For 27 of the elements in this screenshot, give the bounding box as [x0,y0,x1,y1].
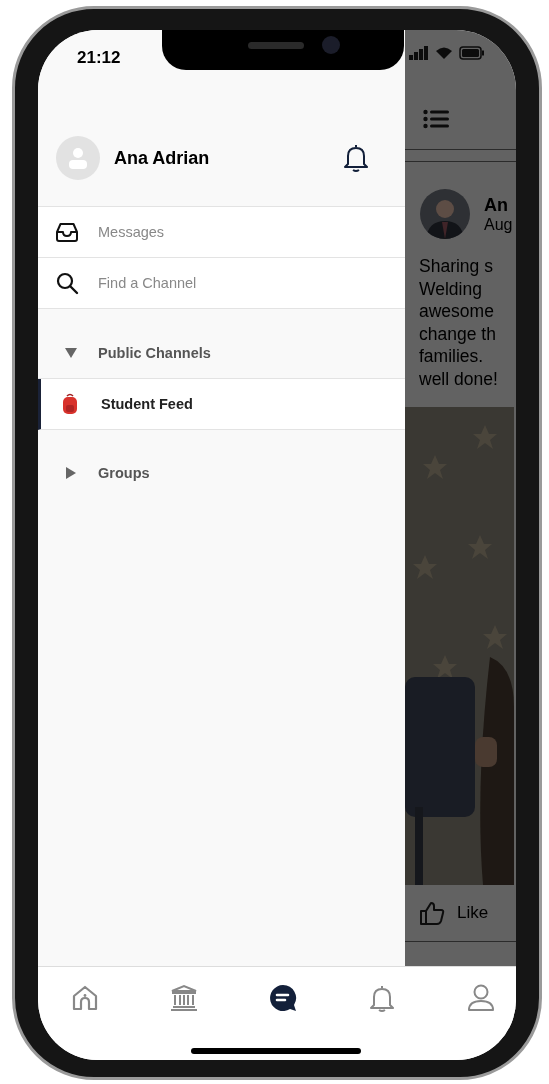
avatar-icon [56,136,100,180]
list-menu-icon[interactable] [423,108,449,129]
chat-icon[interactable] [268,983,298,1013]
battery-icon [459,46,485,60]
author-name: An [484,194,509,216]
search-icon [55,271,79,295]
expand-arrow-icon[interactable] [65,467,77,479]
channel-item[interactable]: Student Feed [38,379,405,430]
author-avatar-icon [420,189,470,239]
thumbs-up-icon [419,901,445,925]
bell-icon[interactable] [343,143,369,173]
menu-item[interactable]: Find a Channel [38,258,405,309]
section-title[interactable]: Groups [98,465,150,481]
inbox-icon [55,221,79,243]
wifi-icon [435,46,453,60]
status-time: 21:12 [77,48,121,67]
user-name: Ana Adrian [114,147,211,169]
post-date: Aug [484,215,513,234]
backpack-icon [61,393,79,415]
section-title[interactable]: Public Channels [98,345,211,361]
profile-icon[interactable] [466,983,496,1013]
signal-icon [409,46,429,60]
bank-icon[interactable] [168,983,200,1013]
post-text: Sharing s Welding awesome change th families. well done! [418,255,499,391]
home-icon[interactable] [70,983,100,1013]
menu-item[interactable]: Messages [38,207,405,258]
collapse-arrow-icon[interactable] [65,347,77,359]
